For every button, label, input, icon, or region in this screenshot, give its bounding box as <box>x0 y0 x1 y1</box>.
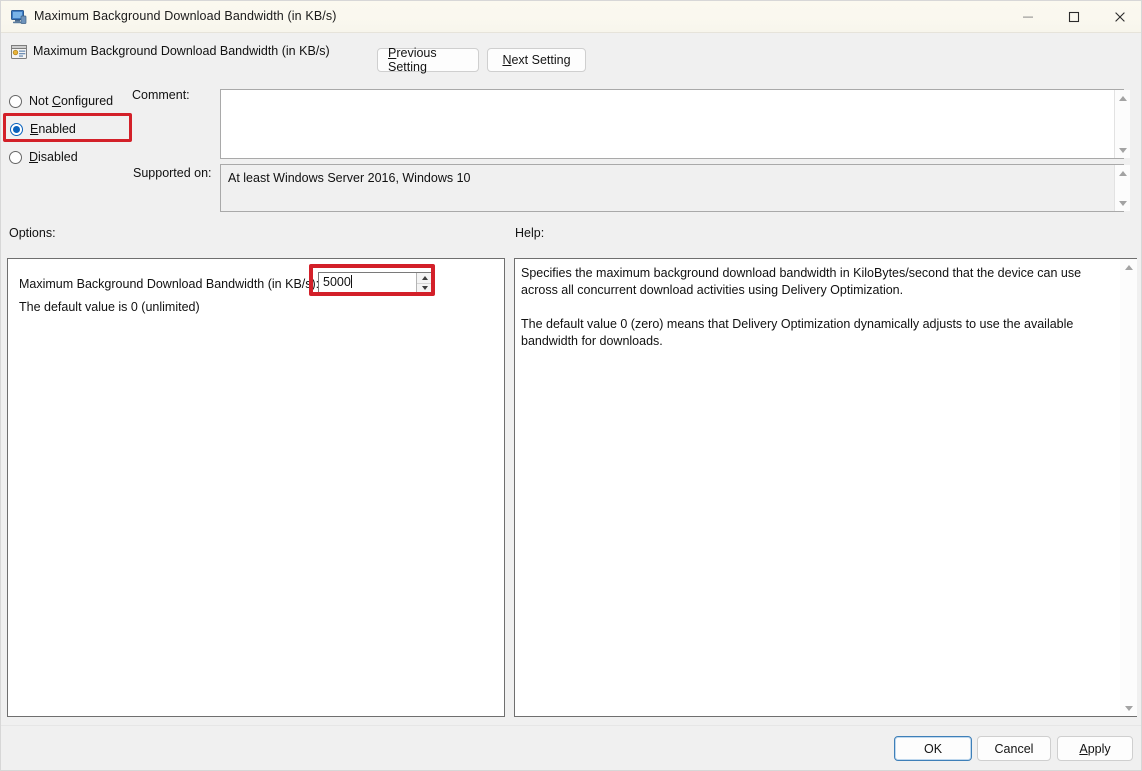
radio-not-configured-indicator <box>9 94 22 108</box>
footer-divider <box>1 725 1141 726</box>
maximize-button[interactable] <box>1051 1 1097 32</box>
minimize-icon <box>1023 16 1033 18</box>
policy-setting-icon <box>11 44 27 60</box>
previous-setting-label: Previous Setting <box>388 46 468 74</box>
previous-setting-rest: revious Setting <box>388 46 437 74</box>
radio-enabled-label: Enabled <box>30 122 76 136</box>
spinner-buttons <box>416 273 433 293</box>
help-scroll-up-icon[interactable] <box>1120 259 1137 275</box>
apply-button[interactable]: Apply <box>1057 736 1133 761</box>
bandwidth-setting-label: Maximum Background Download Bandwidth (i… <box>19 277 320 291</box>
supported-on-label: Supported on: <box>133 166 212 180</box>
radio-enabled-indicator <box>10 122 23 136</box>
apply-label: Apply <box>1079 742 1110 756</box>
radio-disabled-indicator <box>9 150 22 164</box>
supported-on-value: At least Windows Server 2016, Windows 10 <box>220 164 1124 212</box>
supported-on-scrollbar[interactable] <box>1114 165 1130 211</box>
next-setting-label: Next Setting <box>502 53 570 67</box>
close-button[interactable] <box>1097 1 1141 32</box>
supported-scroll-down-icon[interactable] <box>1115 195 1130 211</box>
radio-disabled-accel: D <box>29 150 39 164</box>
close-icon <box>1115 11 1125 22</box>
comment-scroll-up-icon[interactable] <box>1115 90 1130 106</box>
help-paragraph-1: Specifies the maximum background downloa… <box>521 266 1082 297</box>
supported-scroll-up-icon[interactable] <box>1115 165 1130 181</box>
bandwidth-value: 5000 <box>323 275 351 289</box>
setting-name-heading: Maximum Background Download Bandwidth (i… <box>33 44 330 58</box>
apply-rest: pply <box>1087 741 1111 756</box>
radio-disabled-label: Disabled <box>29 150 78 164</box>
comment-input[interactable] <box>220 89 1124 159</box>
bandwidth-spinner[interactable]: 5000 <box>318 272 434 294</box>
help-scrollbar[interactable] <box>1120 259 1137 716</box>
options-panel: Maximum Background Download Bandwidth (i… <box>7 258 505 717</box>
radio-not-configured-accel: C <box>51 94 61 108</box>
chevron-up-icon[interactable] <box>417 273 433 284</box>
help-section-label: Help: <box>515 226 545 240</box>
comment-scroll-down-icon[interactable] <box>1115 142 1130 158</box>
group-policy-setting-dialog: Maximum Background Download Bandwidth (i… <box>0 0 1142 771</box>
maximize-icon <box>1068 11 1080 22</box>
radio-enabled[interactable]: Enabled <box>10 118 76 140</box>
help-panel: Specifies the maximum background downloa… <box>514 258 1137 717</box>
radio-disabled[interactable]: Disabled <box>9 146 78 168</box>
help-paragraph-2: The default value 0 (zero) means that De… <box>521 317 1074 348</box>
radio-not-configured[interactable]: Not Configured <box>9 90 113 112</box>
help-scroll-down-icon[interactable] <box>1120 700 1137 716</box>
apply-accel: A <box>1079 741 1088 756</box>
help-text: Specifies the maximum background downloa… <box>515 259 1136 350</box>
previous-setting-button[interactable]: Previous Setting <box>377 46 479 74</box>
radio-enabled-accel: E <box>30 122 39 136</box>
computer-monitor-icon <box>10 9 27 25</box>
ok-button[interactable]: OK <box>894 736 972 761</box>
default-value-note: The default value is 0 (unlimited) <box>19 300 200 314</box>
comment-scrollbar[interactable] <box>1114 90 1130 158</box>
window-title: Maximum Background Download Bandwidth (i… <box>34 9 337 23</box>
minimize-button[interactable] <box>1005 1 1051 32</box>
options-section-label: Options: <box>9 226 56 240</box>
radio-not-configured-label: Not Configured <box>29 94 114 108</box>
text-caret <box>350 275 352 288</box>
cancel-button[interactable]: Cancel <box>977 736 1051 761</box>
comment-label: Comment: <box>132 88 190 102</box>
next-setting-rest: ext Setting <box>511 53 571 67</box>
chevron-down-icon[interactable] <box>417 283 433 293</box>
next-setting-button[interactable]: Next Setting <box>487 48 586 72</box>
title-bar: Maximum Background Download Bandwidth (i… <box>1 1 1141 33</box>
bandwidth-input[interactable]: 5000 <box>319 273 416 293</box>
